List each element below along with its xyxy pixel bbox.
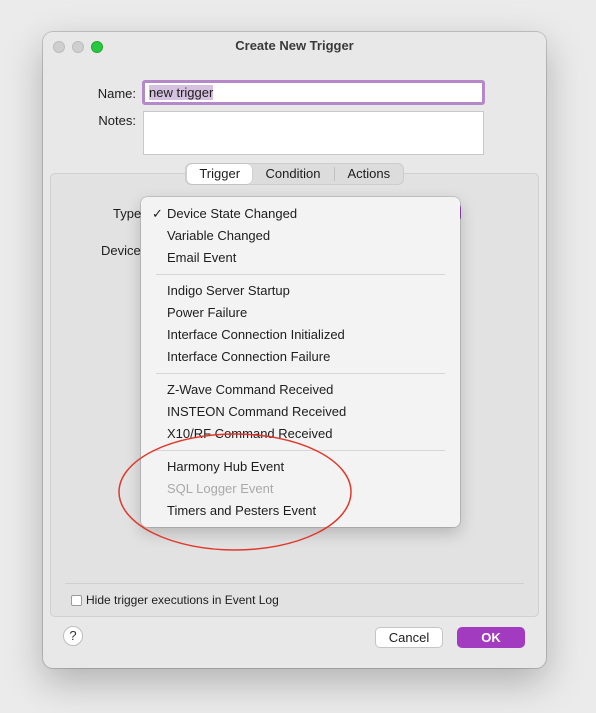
hide-executions-checkbox[interactable]: [71, 595, 82, 606]
create-trigger-window: Create New Trigger Name: new trigger Not…: [43, 32, 546, 668]
name-field[interactable]: new trigger: [142, 80, 485, 105]
device-label: Device: [101, 243, 141, 258]
tab-trigger[interactable]: Trigger: [187, 164, 253, 184]
ok-button[interactable]: OK: [457, 627, 525, 648]
menu-item-zwave-command-received[interactable]: Z-Wave Command Received: [167, 382, 333, 397]
help-button[interactable]: ?: [63, 626, 83, 646]
name-value: new trigger: [149, 85, 214, 100]
menu-separator: [156, 450, 445, 451]
window-title: Create New Trigger: [235, 38, 354, 53]
menu-item-device-state-changed[interactable]: Device State Changed: [167, 206, 297, 221]
menu-item-harmony-hub-event[interactable]: Harmony Hub Event: [167, 459, 284, 474]
menu-item-timers-and-pesters-event[interactable]: Timers and Pesters Event: [167, 503, 316, 518]
title-bar[interactable]: Create New Trigger: [43, 32, 546, 60]
cancel-button[interactable]: Cancel: [375, 627, 443, 648]
name-label: Name:: [97, 86, 136, 101]
hide-executions-label[interactable]: Hide trigger executions in Event Log: [86, 593, 279, 607]
menu-item-sql-logger-event: SQL Logger Event: [167, 481, 274, 496]
menu-item-interface-connection-initialized[interactable]: Interface Connection Initialized: [167, 327, 345, 342]
notes-label: Notes:: [98, 113, 136, 128]
menu-item-power-failure[interactable]: Power Failure: [167, 305, 247, 320]
menu-item-interface-connection-failure[interactable]: Interface Connection Failure: [167, 349, 330, 364]
menu-separator: [156, 274, 445, 275]
menu-item-variable-changed[interactable]: Variable Changed: [167, 228, 270, 243]
menu-item-email-event[interactable]: Email Event: [167, 250, 236, 265]
checkmark-icon: ✓: [152, 206, 163, 221]
menu-item-x10-rf-command-received[interactable]: X10/RF Command Received: [167, 426, 332, 441]
type-label: Type: [113, 206, 142, 221]
type-dropdown-menu: ✓ Device State Changed Variable Changed …: [141, 197, 460, 527]
menu-separator: [156, 373, 445, 374]
notes-field[interactable]: [143, 111, 484, 155]
menu-item-insteon-command-received[interactable]: INSTEON Command Received: [167, 404, 346, 419]
tab-bar: Trigger Condition Actions: [185, 163, 404, 185]
options-divider: [65, 583, 524, 584]
tab-actions[interactable]: Actions: [333, 167, 403, 181]
tab-condition[interactable]: Condition: [252, 164, 333, 184]
menu-item-indigo-server-startup[interactable]: Indigo Server Startup: [167, 283, 290, 298]
